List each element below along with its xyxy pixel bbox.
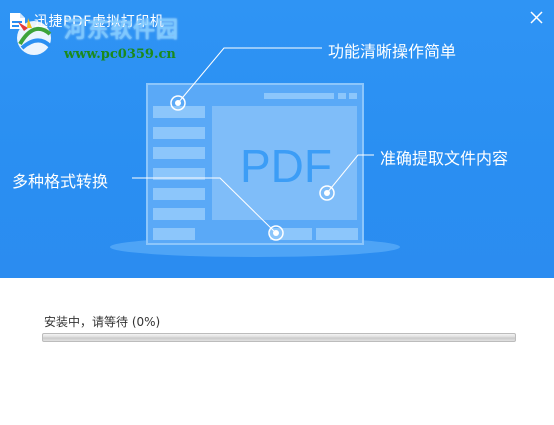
watermark-url: www.pc0359.cn bbox=[64, 47, 176, 62]
title-bar: 迅捷PDF虚拟打印机 河东软件园 www.pc0359.cn bbox=[0, 0, 554, 62]
pdf-label: PDF bbox=[240, 140, 332, 192]
feature-callout-left: 多种格式转换 bbox=[12, 172, 109, 191]
close-icon bbox=[530, 11, 543, 24]
feature-callout-top: 功能清晰操作简单 bbox=[328, 42, 457, 61]
install-status-text: 安装中，请等待 (0%) bbox=[44, 315, 161, 329]
watermark-name: 河东软件园 bbox=[64, 18, 180, 43]
install-progress-bar bbox=[42, 333, 516, 342]
close-button[interactable] bbox=[522, 6, 550, 30]
watermark-logo bbox=[17, 18, 52, 55]
feature-callout-right: 准确提取文件内容 bbox=[380, 149, 509, 168]
header-banner: PDF 功能清晰操作简单 准确提取文件内容 多种格式转换 迅捷PDF虚拟打印机 … bbox=[0, 0, 554, 278]
